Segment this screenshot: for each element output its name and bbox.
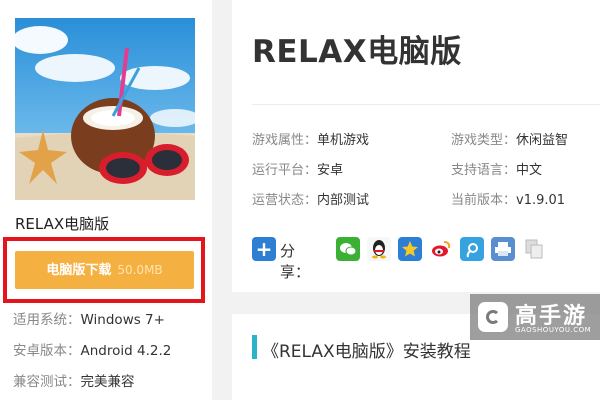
spec-key: 适用系统： [13,312,81,328]
spec-row-compat: 兼容测试：完美兼容 [13,370,135,390]
spec-value: Windows 7+ [80,312,165,328]
plus-share-icon[interactable]: + [252,237,276,261]
game-cover-image [15,18,195,200]
share-label: 分享： [280,242,311,281]
attr-value: 休闲益智 [516,133,569,148]
spec-value: 完美兼容 [80,374,135,390]
attr-key: 当前版本： [451,193,517,208]
spec-row-android: 安卓版本：Android 4.2.2 [13,339,171,359]
tencent-weibo-icon[interactable] [460,237,484,261]
section-accent-bar [252,335,257,359]
wechat-icon[interactable] [336,237,360,261]
spec-key: 安卓版本： [13,343,81,359]
game-title-label: RELAX电脑版 [15,215,110,233]
qq-icon[interactable] [367,237,391,261]
logo-domain: GAOSHOUYOU.COM [515,326,592,334]
page-title: RELAX电脑版 [252,34,462,70]
attr-status: 运营状态：内部测试 [252,189,369,208]
game-detail-card: RELAX电脑版 游戏属性：单机游戏 游戏类型：休闲益智 运行平台：安卓 支持语… [232,0,600,292]
logo-mark-icon [478,302,508,332]
attr-key: 游戏类型： [451,133,517,148]
weibo-icon[interactable] [429,237,453,261]
game-info-card: RELAX电脑版 电脑版下载 50.0MB 适用系统：Windows 7+ 安卓版… [0,0,212,400]
attr-key: 游戏属性： [252,133,318,148]
attr-key: 支持语言： [451,163,517,178]
spec-value: Android 4.2.2 [80,343,172,359]
attr-value: v1.9.01 [516,193,566,208]
attr-version: 当前版本：v1.9.01 [451,189,565,208]
print-icon[interactable] [491,237,515,261]
qzone-icon[interactable] [398,237,422,261]
attr-platform: 运行平台：安卓 [252,159,343,178]
copy-icon[interactable] [522,237,546,261]
attr-value: 单机游戏 [317,133,370,148]
spec-row-system: 适用系统：Windows 7+ [13,308,165,328]
attr-value: 中文 [516,163,543,178]
download-highlight-frame: 电脑版下载 50.0MB [3,237,205,303]
spec-key: 兼容测试： [13,374,81,390]
title-divider [252,104,600,105]
attr-key: 运行平台： [252,163,318,178]
attr-value: 安卓 [317,163,344,178]
attr-value: 内部测试 [317,193,370,208]
attr-game-type: 游戏类型：休闲益智 [451,129,568,148]
pc-download-button[interactable]: 电脑版下载 50.0MB [15,251,194,289]
download-size: 50.0MB [117,263,163,277]
site-logo[interactable]: 高手游 GAOSHOUYOU.COM [470,294,600,340]
download-button-label: 电脑版下载 [46,263,112,278]
attr-game-property: 游戏属性：单机游戏 [252,129,369,148]
attr-key: 运营状态： [252,193,318,208]
attr-language: 支持语言：中文 [451,159,542,178]
section-title[interactable]: 《RELAX电脑版》安装教程 [262,337,471,362]
